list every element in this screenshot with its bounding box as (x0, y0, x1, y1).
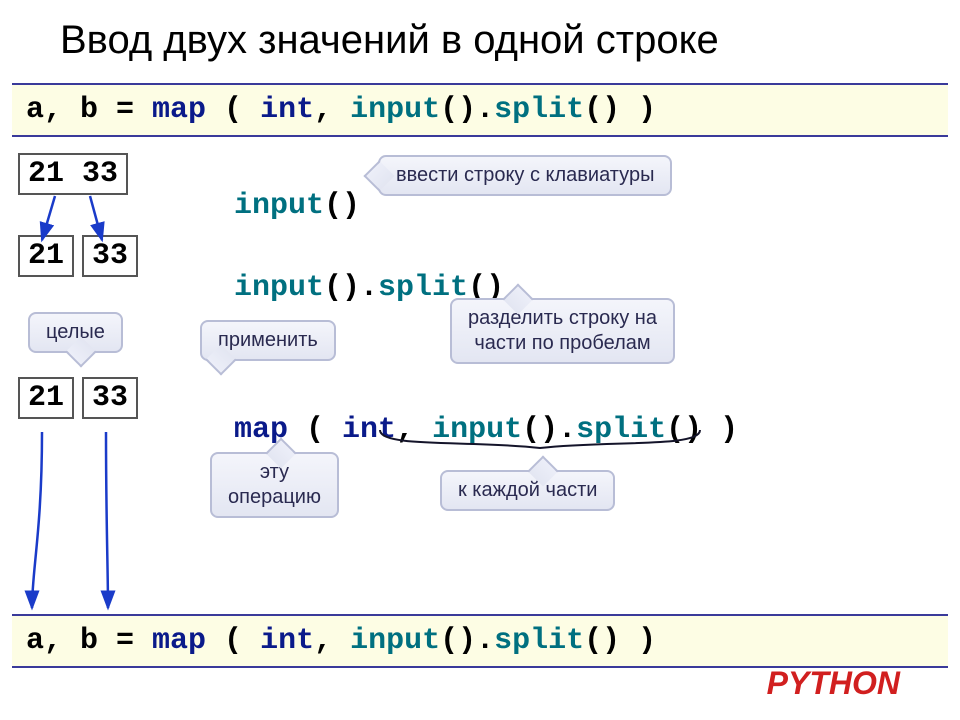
value-box-combined: 21 33 (18, 153, 128, 195)
code-token: ( (288, 413, 342, 447)
code-token: (). (522, 413, 576, 447)
callout-input: ввести строку с клавиатуры (378, 155, 672, 196)
callout-this-op: эту операцию (210, 452, 339, 518)
code-token: int (342, 413, 396, 447)
code-token: () ) (584, 93, 656, 127)
code-token: , (396, 413, 432, 447)
code-token: ( (206, 93, 260, 127)
callout-ints: целые (28, 312, 123, 353)
page-title: Ввод двух значений в одной строке (0, 0, 960, 77)
language-label: PYTHON (767, 665, 900, 702)
code-token: split (494, 624, 584, 658)
code-token: (). (324, 271, 378, 305)
code-token: split (494, 93, 584, 127)
code-token: (). (440, 624, 494, 658)
code-token: int (260, 624, 314, 658)
code-token: input (234, 189, 324, 223)
code-token: input (350, 624, 440, 658)
code-token: input (350, 93, 440, 127)
code-token: () ) (584, 624, 656, 658)
code-token: int (260, 93, 314, 127)
callout-each-part: к каждой части (440, 470, 615, 511)
code-token: a, b = (26, 93, 152, 127)
callout-text: части по пробелам (474, 332, 650, 354)
value-box-33: 33 (82, 235, 138, 277)
callout-text: целые (46, 321, 105, 343)
callout-text: ввести строку с клавиатуры (396, 164, 654, 186)
code-token: , (314, 93, 350, 127)
callout-text: операцию (228, 486, 321, 508)
callout-split: разделить строку на части по пробелам (450, 298, 675, 364)
code-bar-bottom: a, b = map ( int, input().split() ) (12, 614, 948, 668)
value-box-21: 21 (18, 235, 74, 277)
callout-text: применить (218, 329, 318, 351)
code-token: split (576, 413, 666, 447)
code-token: map (152, 93, 206, 127)
value-box-21: 21 (18, 377, 74, 419)
value-box-33: 33 (82, 377, 138, 419)
code-bar-top: a, b = map ( int, input().split() ) (12, 83, 948, 137)
callout-text: к каждой части (458, 479, 597, 501)
code-token: (). (440, 93, 494, 127)
code-token: a, b = (26, 624, 152, 658)
code-token: input (432, 413, 522, 447)
code-token: map (152, 624, 206, 658)
code-token: () (324, 189, 360, 223)
code-token: ( (206, 624, 260, 658)
callout-apply: применить (200, 320, 336, 361)
code-token: , (314, 624, 350, 658)
code-token: () ) (666, 413, 738, 447)
code-token: input (234, 271, 324, 305)
callout-text: разделить строку на (468, 307, 657, 329)
